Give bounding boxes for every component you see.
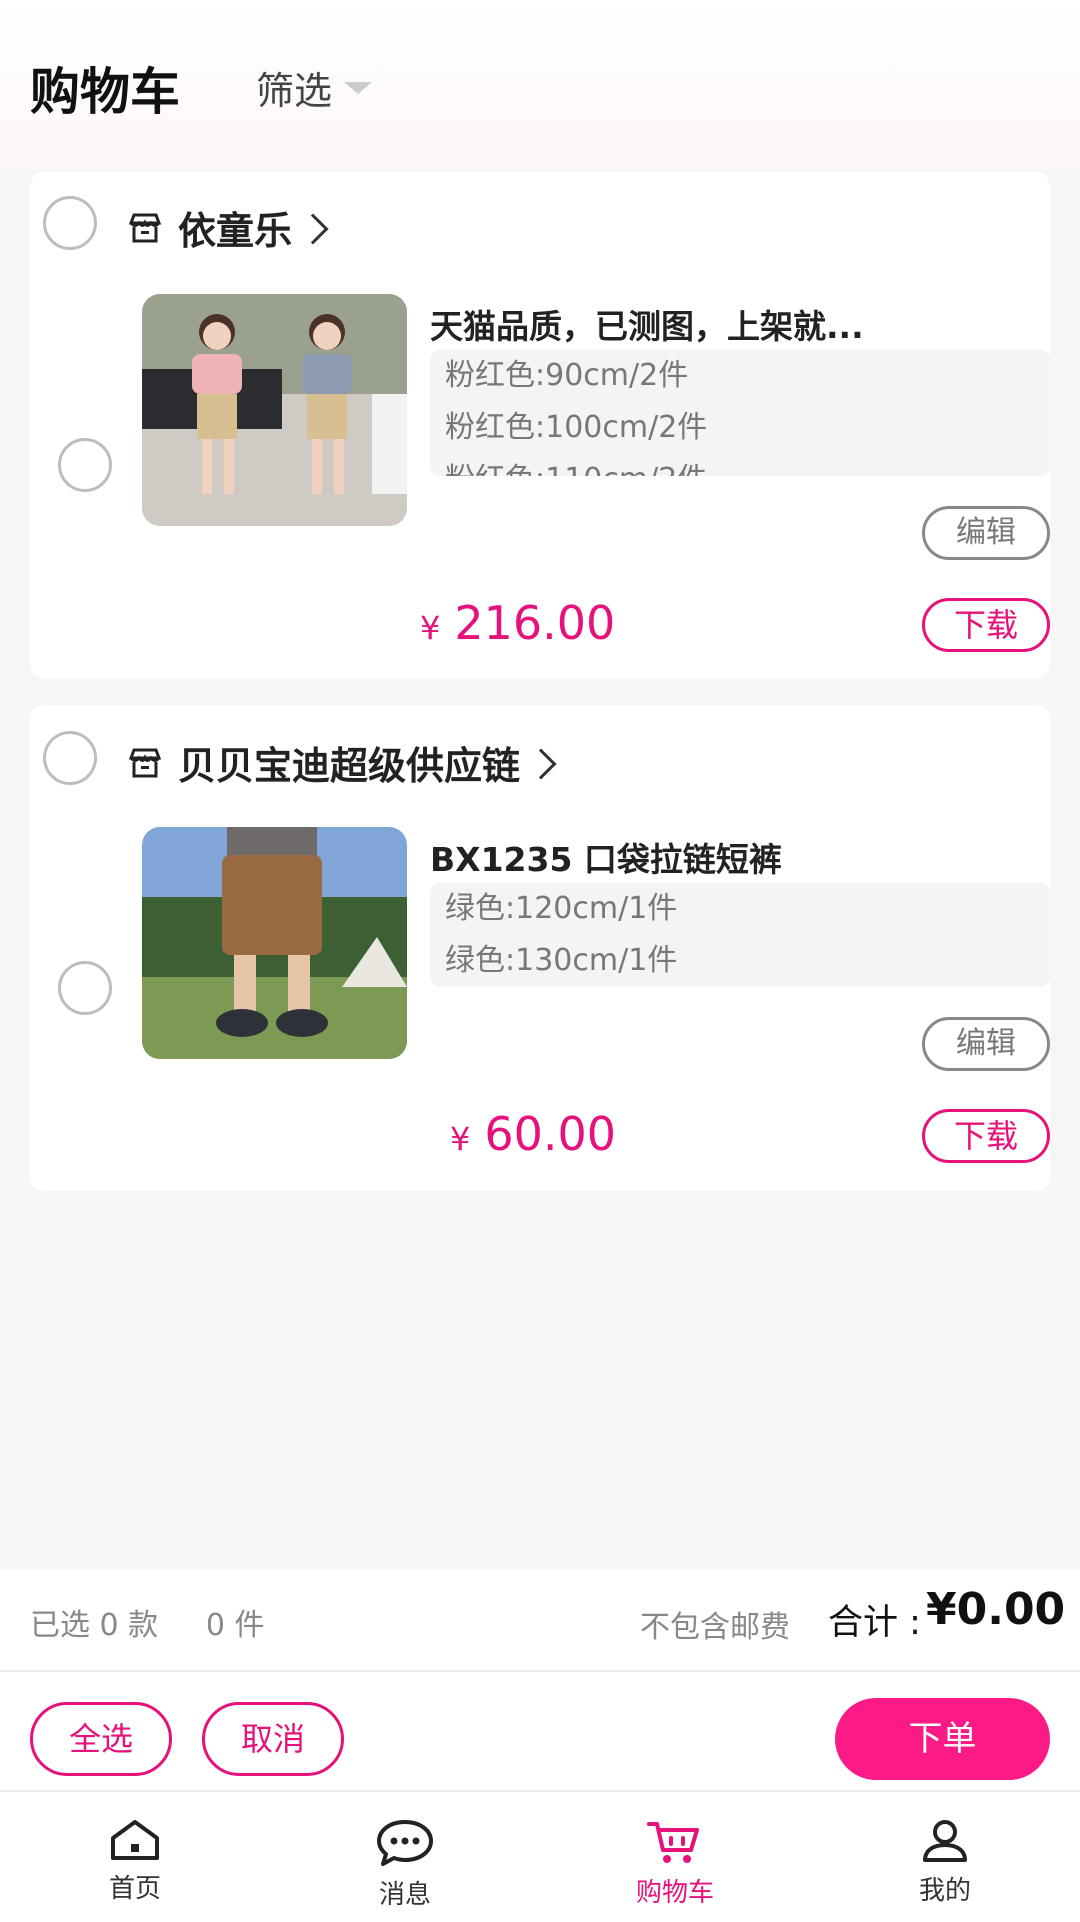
store-card: 依童乐 天猫品质，已测图，上架就... 粉红色:90cm/2件 粉红色:100c… (30, 172, 1050, 678)
product-title[interactable]: 天猫品质，已测图，上架就... (430, 300, 864, 348)
caret-down-icon (344, 81, 373, 94)
filter-label: 筛选 (256, 69, 333, 113)
total-label: 合计 : (828, 1603, 921, 1643)
tab-label: 购物车 (635, 1878, 714, 1908)
product-image[interactable] (142, 827, 407, 1059)
spec-list: 绿色:120cm/1件 绿色:130cm/1件 (430, 883, 1050, 987)
action-bar: 全选 取消 下单 (0, 1672, 1080, 1790)
store-icon (128, 748, 162, 777)
chevron-right-icon (525, 747, 557, 780)
cart-summary: 已选 0 款 0 件 不包含邮费 合计 : ¥0.00 (0, 1570, 1080, 1672)
download-button[interactable]: 下载 (922, 598, 1050, 652)
store-link[interactable]: 依童乐 (128, 200, 329, 255)
price-value: 216.00 (454, 596, 616, 650)
spec-line: 绿色:130cm/1件 (445, 943, 678, 978)
cancel-button[interactable]: 取消 (202, 1702, 344, 1776)
spec-line: 绿色:120cm/1件 (445, 891, 678, 926)
place-order-button[interactable]: 下单 (835, 1698, 1050, 1780)
selected-count: 已选 0 款 0 件 (30, 1608, 265, 1643)
item-select-radio[interactable] (58, 438, 112, 492)
edit-button[interactable]: 编辑 (922, 506, 1050, 560)
tab-profile[interactable]: 我的 (845, 1792, 1045, 1922)
product-price: ¥216.00 (420, 596, 615, 650)
edit-button[interactable]: 编辑 (922, 1017, 1050, 1071)
tab-label: 我的 (918, 1876, 971, 1906)
page-title: 购物车 (30, 63, 180, 121)
product-price: ¥60.00 (450, 1107, 616, 1161)
item-select-radio[interactable] (58, 961, 112, 1015)
tab-label: 首页 (108, 1874, 161, 1904)
product-title[interactable]: BX1235 口袋拉链短裤 (430, 833, 782, 881)
select-all-button[interactable]: 全选 (30, 1702, 172, 1776)
store-link[interactable]: 贝贝宝迪超级供应链 (128, 735, 557, 790)
spec-list: 粉红色:90cm/2件 粉红色:100cm/2件 粉红色:110cm/2件 (430, 350, 1050, 476)
store-select-radio[interactable] (43, 196, 97, 250)
spec-line: 粉红色:110cm/2件 (430, 454, 1050, 476)
spec-line: 粉红色:90cm/2件 (445, 358, 689, 393)
cart-icon (647, 1822, 699, 1863)
store-card: 贝贝宝迪超级供应链 BX1235 口袋拉链短裤 绿色:120cm/1件 绿色:1… (30, 705, 1050, 1191)
store-select-radio[interactable] (43, 731, 97, 785)
product-image[interactable] (142, 294, 407, 526)
chevron-right-icon (297, 212, 329, 245)
store-name: 贝贝宝迪超级供应链 (178, 744, 521, 788)
spec-line: 粉红色:100cm/2件 (445, 410, 708, 445)
chat-icon (377, 1820, 433, 1866)
header: 购物车 筛选 (0, 0, 1080, 170)
home-icon (111, 1820, 159, 1860)
store-icon (128, 213, 162, 242)
download-button[interactable]: 下载 (922, 1109, 1050, 1163)
total-value: ¥0.00 (926, 1584, 1066, 1635)
currency-symbol: ¥ (450, 1120, 471, 1158)
user-icon (923, 1820, 967, 1862)
tab-home[interactable]: 首页 (35, 1792, 235, 1922)
tab-messages[interactable]: 消息 (305, 1792, 505, 1922)
shipping-note: 不包含邮费 (640, 1610, 790, 1645)
store-name: 依童乐 (178, 209, 293, 253)
tab-label: 消息 (378, 1880, 431, 1910)
price-value: 60.00 (484, 1107, 617, 1161)
filter-dropdown[interactable]: 筛选 (256, 60, 373, 115)
currency-symbol: ¥ (420, 609, 441, 647)
tab-cart[interactable]: 购物车 (575, 1792, 775, 1922)
bottom-tab-bar: 首页 消息 购物车 我的 (0, 1790, 1080, 1922)
